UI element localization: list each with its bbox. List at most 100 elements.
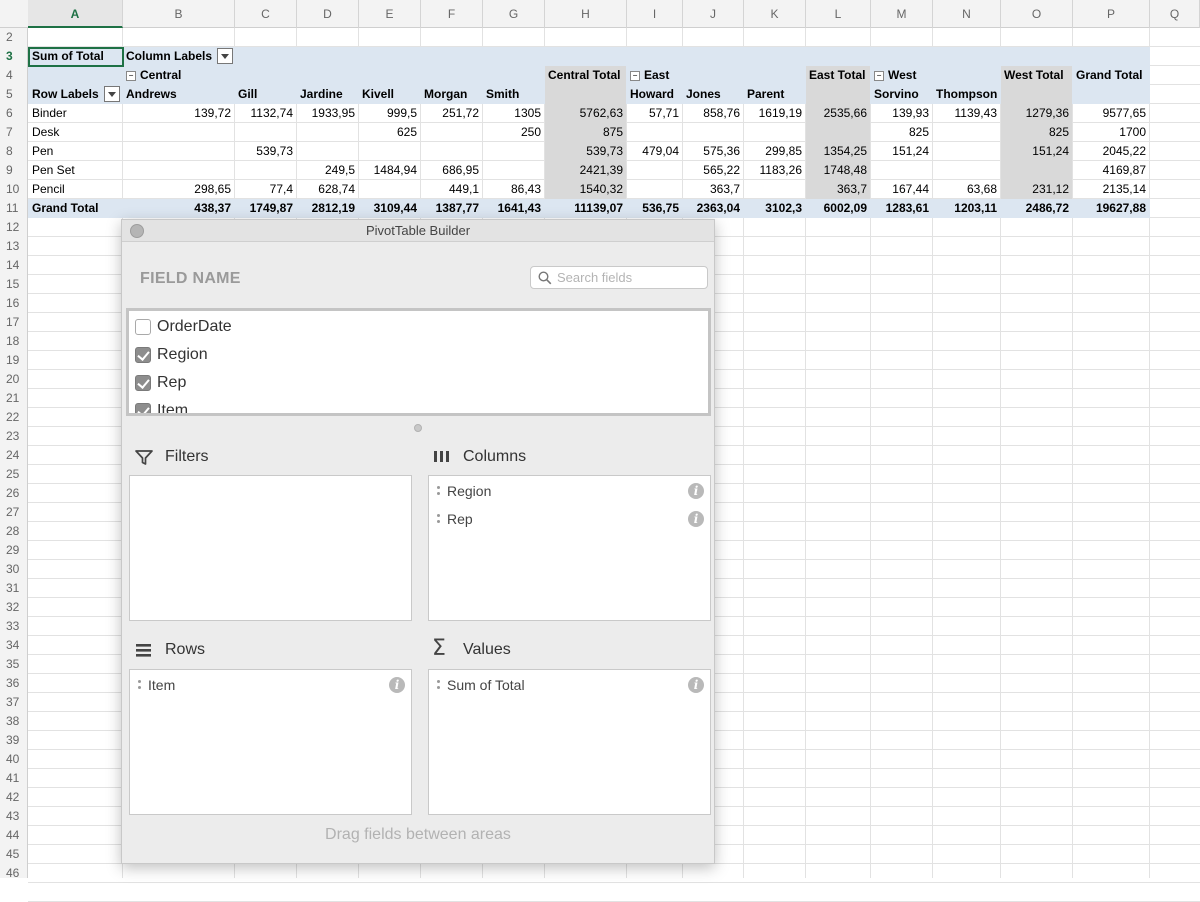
value-cell[interactable]: 11139,07	[545, 199, 623, 218]
row-header-36[interactable]: 36	[0, 674, 28, 693]
value-cell[interactable]: 449,1	[421, 180, 479, 199]
collapse-icon[interactable]: −	[630, 71, 640, 81]
value-cell[interactable]: 63,68	[933, 180, 997, 199]
rows-drop-area[interactable]: Item i	[129, 669, 412, 815]
value-cell[interactable]: 479,04	[627, 142, 679, 161]
value-cell[interactable]: 1283,61	[871, 199, 929, 218]
column-header-g[interactable]: G	[483, 0, 545, 28]
row-header-23[interactable]: 23	[0, 427, 28, 446]
row-header-3[interactable]: 3	[0, 47, 28, 66]
value-cell[interactable]: 2812,19	[297, 199, 355, 218]
value-cell[interactable]: 250	[483, 123, 541, 142]
row-header-8[interactable]: 8	[0, 142, 28, 161]
values-item-sum-of-total[interactable]: Sum of Total i	[437, 675, 704, 695]
column-header-d[interactable]: D	[297, 0, 359, 28]
rows-item-item[interactable]: Item i	[138, 675, 405, 695]
value-cell[interactable]: 2486,72	[1001, 199, 1069, 218]
row-header-44[interactable]: 44	[0, 826, 28, 845]
value-cell[interactable]: 1203,11	[933, 199, 997, 218]
value-cell[interactable]: 539,73	[545, 142, 623, 161]
row-header-4[interactable]: 4	[0, 66, 28, 85]
column-header-j[interactable]: J	[683, 0, 744, 28]
row-header-39[interactable]: 39	[0, 731, 28, 750]
row-header-12[interactable]: 12	[0, 218, 28, 237]
row-header-42[interactable]: 42	[0, 788, 28, 807]
value-cell[interactable]: 1132,74	[235, 104, 294, 123]
row-header-35[interactable]: 35	[0, 655, 28, 674]
column-labels-filter-dropdown[interactable]	[217, 48, 233, 64]
column-header-o[interactable]: O	[1001, 0, 1073, 28]
value-cell[interactable]: 628,74	[297, 180, 355, 199]
value-cell[interactable]: 2363,04	[683, 199, 740, 218]
value-cell[interactable]: 1354,25	[806, 142, 867, 161]
row-header-43[interactable]: 43	[0, 807, 28, 826]
value-cell[interactable]: 2421,39	[545, 161, 623, 180]
row-header-32[interactable]: 32	[0, 598, 28, 617]
value-cell[interactable]: 1305	[483, 104, 541, 123]
value-cell[interactable]: 2135,14	[1073, 180, 1146, 199]
row-header-31[interactable]: 31	[0, 579, 28, 598]
column-header-q[interactable]: Q	[1150, 0, 1200, 28]
value-cell[interactable]: 1933,95	[297, 104, 355, 123]
row-label[interactable]: Pencil	[32, 180, 122, 199]
column-header-e[interactable]: E	[359, 0, 421, 28]
column-header-k[interactable]: K	[744, 0, 806, 28]
drag-handle-icon[interactable]	[437, 513, 440, 525]
region-header-central[interactable]: − Central	[126, 66, 246, 85]
column-header-a[interactable]: A	[28, 0, 123, 28]
value-cell[interactable]: 19627,88	[1073, 199, 1146, 218]
value-cell[interactable]: 167,44	[871, 180, 929, 199]
column-header-i[interactable]: I	[627, 0, 683, 28]
info-icon[interactable]: i	[688, 511, 704, 527]
column-header-f[interactable]: F	[421, 0, 483, 28]
value-cell[interactable]: 3109,44	[359, 199, 417, 218]
value-cell[interactable]: 298,65	[123, 180, 231, 199]
value-cell[interactable]: 1749,87	[235, 199, 293, 218]
checkbox[interactable]	[135, 403, 151, 413]
search-fields-input[interactable]	[557, 269, 703, 286]
value-cell[interactable]: 249,5	[297, 161, 355, 180]
grand-total-row-label[interactable]: Grand Total	[32, 199, 122, 218]
column-header-l[interactable]: L	[806, 0, 871, 28]
value-cell[interactable]: 251,72	[421, 104, 479, 123]
value-cell[interactable]: 4169,87	[1073, 161, 1146, 180]
row-header-45[interactable]: 45	[0, 845, 28, 864]
rep-header[interactable]: Jardine	[300, 85, 362, 104]
value-cell[interactable]: 5762,63	[545, 104, 623, 123]
value-cell[interactable]: 438,37	[123, 199, 231, 218]
column-header-h[interactable]: H	[545, 0, 627, 28]
drag-handle-icon[interactable]	[437, 679, 440, 691]
filters-drop-area[interactable]	[129, 475, 412, 621]
value-cell[interactable]: 539,73	[235, 142, 293, 161]
row-header-30[interactable]: 30	[0, 560, 28, 579]
row-header-33[interactable]: 33	[0, 617, 28, 636]
value-cell[interactable]: 825	[1001, 123, 1069, 142]
value-cell[interactable]: 625	[359, 123, 417, 142]
field-list[interactable]: OrderDate Region Rep Item	[126, 308, 711, 416]
row-header-40[interactable]: 40	[0, 750, 28, 769]
value-cell[interactable]: 139,72	[123, 104, 231, 123]
value-cell[interactable]: 2045,22	[1073, 142, 1146, 161]
column-header-p[interactable]: P	[1073, 0, 1150, 28]
collapse-icon[interactable]: −	[126, 71, 136, 81]
columns-item-region[interactable]: Region i	[437, 481, 704, 501]
rep-header[interactable]: Smith	[486, 85, 548, 104]
row-header-22[interactable]: 22	[0, 408, 28, 427]
value-cell[interactable]: 2535,66	[806, 104, 867, 123]
value-cell[interactable]: 1139,43	[933, 104, 998, 123]
drag-handle-icon[interactable]	[138, 679, 141, 691]
rep-header[interactable]: Howard	[630, 85, 686, 104]
row-header-25[interactable]: 25	[0, 465, 28, 484]
row-label[interactable]: Binder	[32, 104, 122, 123]
row-header-29[interactable]: 29	[0, 541, 28, 560]
row-header-2[interactable]: 2	[0, 28, 28, 47]
row-header-13[interactable]: 13	[0, 237, 28, 256]
row-header-19[interactable]: 19	[0, 351, 28, 370]
value-cell[interactable]: 3102,3	[744, 199, 802, 218]
checkbox[interactable]	[135, 347, 151, 363]
row-header-15[interactable]: 15	[0, 275, 28, 294]
row-header-34[interactable]: 34	[0, 636, 28, 655]
row-header-26[interactable]: 26	[0, 484, 28, 503]
collapse-icon[interactable]: −	[874, 71, 884, 81]
value-cell[interactable]: 1540,32	[545, 180, 623, 199]
